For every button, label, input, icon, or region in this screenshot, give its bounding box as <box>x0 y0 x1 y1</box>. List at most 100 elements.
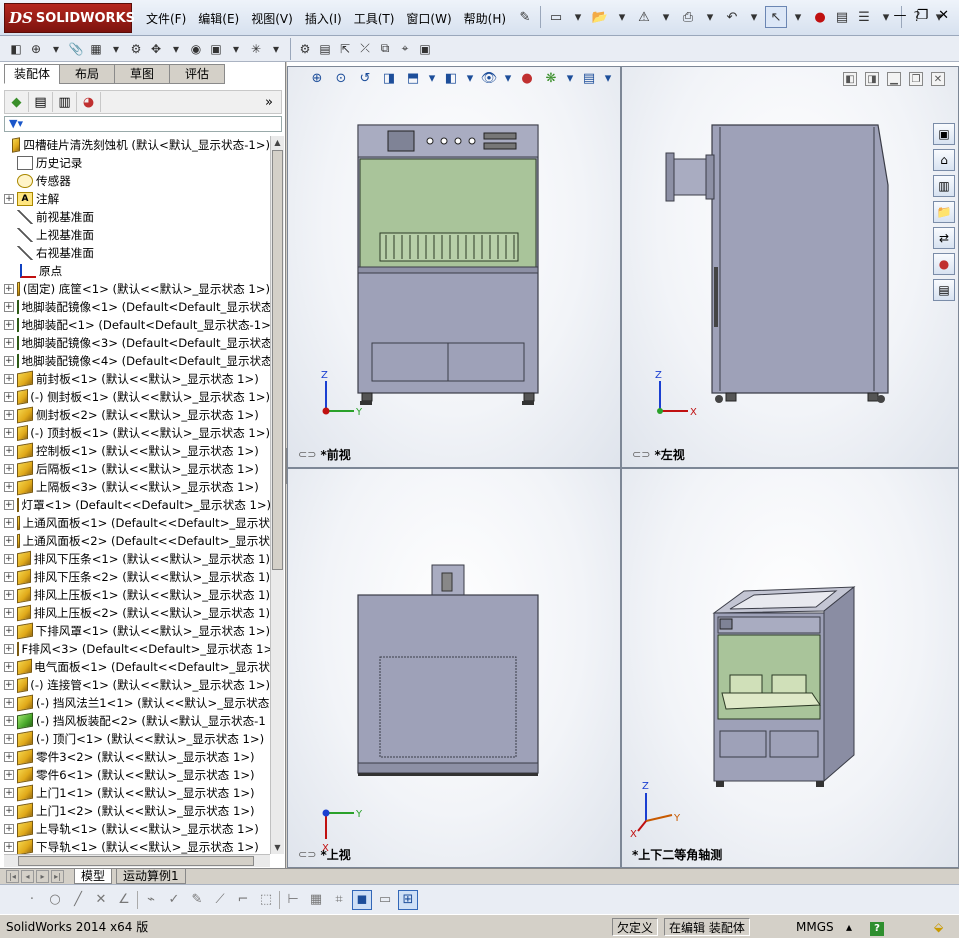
expand-toggle-icon[interactable]: + <box>4 770 14 780</box>
dropdown-arrow-icon[interactable]: ▾ <box>427 68 437 88</box>
tree-item-component[interactable]: + 后隔板<1> (默认<<默认>_显示状态 1>) <box>4 460 270 478</box>
menu-edit[interactable]: 编辑(E) <box>198 10 239 27</box>
tab-assembly[interactable]: 装配体 <box>4 64 60 84</box>
dropdown-arrow-icon[interactable]: ▾ <box>655 6 677 28</box>
view-orientation-icon[interactable]: ⬒ <box>403 68 423 88</box>
traffic-light-icon[interactable]: ● <box>809 6 831 28</box>
tree-item-component[interactable]: + (-) 挡风法兰1<1> (默认<<默认>_显示状态 <box>4 694 270 712</box>
last-tab-icon[interactable]: ▸| <box>51 870 64 883</box>
expand-toggle-icon[interactable]: + <box>4 842 14 852</box>
new-motion-study-icon[interactable]: ⚙ <box>295 39 315 59</box>
filter-field[interactable]: ▼▾ <box>4 116 282 132</box>
rebuild-icon[interactable]: ⚠ <box>633 6 655 28</box>
instant3d-icon[interactable]: ▣ <box>415 39 435 59</box>
tree-item-component[interactable]: + (-) 顶门<1> (默认<<默认>_显示状态 1>) <box>4 730 270 748</box>
file-properties-icon[interactable]: ▤ <box>831 6 853 28</box>
single-view-icon[interactable]: ▭ <box>375 890 395 910</box>
graphics-area[interactable]: Z Y ⊂⊃ *前视 Z X ⊂⊃ *左视 Y X ⊂⊃ *上视 Z Y X *… <box>287 62 959 868</box>
expand-toggle-icon[interactable]: + <box>4 302 14 312</box>
tree-item-component[interactable]: + (-) 挡风板装配<2> (默认<默认_显示状态-1 <box>4 712 270 730</box>
expand-more-icon[interactable]: » <box>257 92 281 112</box>
view-settings-icon[interactable]: ▤ <box>579 68 599 88</box>
dropdown-arrow-icon[interactable]: ▾ <box>266 39 286 59</box>
status-help-icon[interactable]: ? <box>870 918 884 936</box>
first-tab-icon[interactable]: |◂ <box>6 870 19 883</box>
line-icon[interactable]: ╱ <box>68 890 88 910</box>
expand-toggle-icon[interactable]: + <box>4 554 14 564</box>
tree-item-component[interactable]: + 排风下压条<2> (默认<<默认>_显示状态 1) <box>4 568 270 586</box>
tree-item-component[interactable]: + 排风下压条<1> (默认<<默认>_显示状态 1) <box>4 550 270 568</box>
print-icon[interactable]: ⎙ <box>677 6 699 28</box>
apply-scene-icon[interactable]: ❋ <box>541 68 561 88</box>
reference-geometry-icon[interactable]: ✳ <box>246 39 266 59</box>
expand-toggle-icon[interactable]: + <box>4 446 14 456</box>
menu-file[interactable]: 文件(F) <box>146 10 186 27</box>
close-icon[interactable]: ✕ <box>938 8 949 23</box>
tab-motion-study-1[interactable]: 运动算例1 <box>116 869 186 884</box>
link-views-icon[interactable]: ⊂⊃ <box>298 848 316 861</box>
next-tab-icon[interactable]: ▸ <box>36 870 49 883</box>
expand-toggle-icon[interactable]: + <box>4 464 14 474</box>
expand-toggle-icon[interactable]: + <box>4 644 14 654</box>
grid-icon[interactable]: ▦ <box>306 890 326 910</box>
status-tag-icon[interactable]: ⬙ <box>934 918 943 936</box>
tree-item-component[interactable]: + (固定) 底筐<1> (默认<<默认>_显示状态 1>) <box>4 280 270 298</box>
dropdown-arrow-icon[interactable]: ▾ <box>503 68 513 88</box>
dropdown-arrow-icon[interactable]: ▾ <box>787 6 809 28</box>
dropdown-arrow-icon[interactable]: ▾ <box>611 6 633 28</box>
hide-show-items-icon[interactable]: 👁 <box>479 68 499 88</box>
dashed-box-icon[interactable]: ⬚ <box>256 890 276 910</box>
expand-toggle-icon[interactable]: + <box>4 734 14 744</box>
expand-toggle-icon[interactable]: + <box>4 536 14 546</box>
viewport-minimize-icon[interactable]: ▁ <box>887 72 901 86</box>
expand-toggle-icon[interactable]: + <box>4 680 14 690</box>
hscroll-thumb[interactable] <box>18 856 254 866</box>
viewport-label-front[interactable]: ⊂⊃ *前视 <box>298 446 351 463</box>
tree-item-component[interactable]: + 上门1<2> (默认<<默认>_显示状态 1>) <box>4 802 270 820</box>
linear-pattern-icon[interactable]: ▦ <box>86 39 106 59</box>
status-units-arrow-icon[interactable]: ▴ <box>846 918 852 936</box>
tree-item-component[interactable]: + 零件3<2> (默认<<默认>_显示状态 1>) <box>4 748 270 766</box>
viewport-label-iso[interactable]: *上下二等角轴测 <box>632 846 722 863</box>
tree-item-plane[interactable]: 右视基准面 <box>4 244 270 262</box>
tree-root-assembly[interactable]: 四槽硅片清洗刻蚀机 (默认<默认_显示状态-1>) <box>4 136 270 154</box>
pen-icon[interactable]: ✎ <box>187 890 207 910</box>
viewport-left[interactable]: Z X ⊂⊃ *左视 <box>621 66 959 468</box>
expand-toggle-icon[interactable]: + <box>4 410 14 420</box>
smart-fasteners-icon[interactable]: ⚙ <box>126 39 146 59</box>
expand-toggle-icon[interactable]: + <box>4 338 14 348</box>
view-palette-icon[interactable]: ⇄ <box>933 227 955 249</box>
tree-item-origin[interactable]: 原点 <box>4 262 270 280</box>
tree-item-plane[interactable]: 前视基准面 <box>4 208 270 226</box>
expand-toggle-icon[interactable]: + <box>4 500 14 510</box>
expand-toggle-icon[interactable]: + <box>4 806 14 816</box>
scroll-down-icon[interactable]: ▼ <box>271 841 284 854</box>
configuration-manager-icon[interactable]: ▥ <box>53 92 77 112</box>
expand-toggle-icon[interactable]: + <box>4 824 14 834</box>
dropdown-arrow-icon[interactable]: ▾ <box>603 68 613 88</box>
tree-item-history[interactable]: 历史记录 <box>4 154 270 172</box>
tree-item-plane[interactable]: 上视基准面 <box>4 226 270 244</box>
expand-toggle-icon[interactable]: + <box>4 590 14 600</box>
expand-toggle-icon[interactable]: + <box>4 392 14 402</box>
expand-toggle-icon[interactable]: + <box>4 788 14 798</box>
check-icon[interactable]: ✓ <box>164 890 184 910</box>
tree-item-component[interactable]: + 上导轨<1> (默认<<默认>_显示状态 1>) <box>4 820 270 838</box>
tab-sketch[interactable]: 草图 <box>114 64 170 84</box>
expand-toggle-icon[interactable]: + <box>4 572 14 582</box>
tree-horizontal-scrollbar[interactable] <box>4 854 270 867</box>
dropdown-arrow-icon[interactable]: ▾ <box>567 6 589 28</box>
tree-item-component[interactable]: + 侧封板<2> (默认<<默认>_显示状态 1>) <box>4 406 270 424</box>
zoom-to-fit-icon[interactable]: ⊕ <box>307 68 327 88</box>
solidworks-resources-icon[interactable]: ▣ <box>933 123 955 145</box>
tree-item-component[interactable]: + (-) 顶封板<1> (默认<<默认>_显示状态 1>) <box>4 424 270 442</box>
expand-toggle-icon[interactable]: + <box>4 194 14 204</box>
tree-item-annotation[interactable]: + A 注解 <box>4 190 270 208</box>
expand-toggle-icon[interactable]: + <box>4 698 14 708</box>
tree-item-component[interactable]: + F排风<3> (Default<<Default>_显示状态 1>) <box>4 640 270 658</box>
tab-evaluate[interactable]: 评估 <box>169 64 225 84</box>
expand-toggle-icon[interactable]: + <box>4 284 14 294</box>
tree-item-component[interactable]: + 电气面板<1> (Default<<Default>_显示状 <box>4 658 270 676</box>
design-library-icon[interactable]: ▥ <box>933 175 955 197</box>
tree-vertical-scrollbar[interactable]: ▲ ▼ <box>270 136 284 854</box>
